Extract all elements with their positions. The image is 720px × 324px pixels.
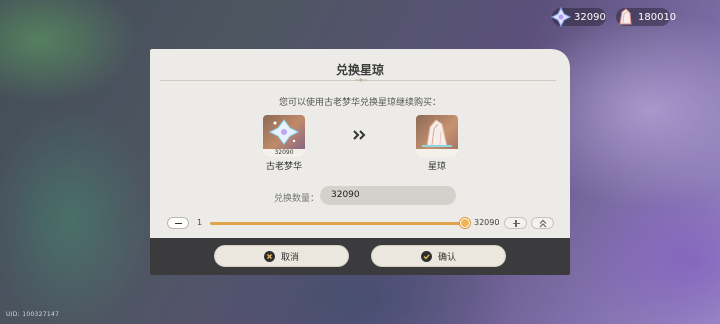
ancient-dream-icon <box>268 119 300 145</box>
stellar-jade-count <box>416 149 458 157</box>
quantity-slider-row: 1 32090 <box>150 215 570 231</box>
crystal-counter[interactable]: 180010 <box>616 8 676 26</box>
uid-label: UID: 100327147 <box>6 311 60 318</box>
confirm-label: 确认 <box>437 252 456 263</box>
max-button[interactable] <box>531 217 554 229</box>
exchange-dialog: 兑换星琼 您可以使用古老梦华兑换星琼继续购买： 32090 古老梦华 星琼 兑换… <box>150 49 570 275</box>
dialog-title: 兑换星琼 <box>335 63 384 77</box>
stellar-jade-crystal-icon <box>422 119 452 147</box>
quantity-input[interactable]: 32090 <box>320 186 456 205</box>
item-frame <box>416 115 458 157</box>
increase-button[interactable] <box>504 217 527 229</box>
check-icon <box>420 250 432 262</box>
stellar-jade-amount: 32090 <box>574 11 606 23</box>
crystal-amount: 180010 <box>638 11 677 23</box>
double-chevron-up-icon <box>539 219 547 228</box>
stellar-jade-item[interactable]: 星琼 <box>416 115 458 172</box>
double-chevron-right-icon <box>353 130 366 140</box>
ancient-dream-name: 古老梦华 <box>265 162 302 172</box>
stellar-jade-counter[interactable]: 32090 <box>550 6 606 28</box>
slider-track[interactable] <box>210 222 465 225</box>
slider-max-label: 32090 <box>474 218 500 227</box>
close-icon <box>263 250 275 262</box>
item-frame: 32090 <box>263 115 305 157</box>
confirm-button[interactable]: 确认 <box>371 245 506 267</box>
cancel-label: 取消 <box>280 252 299 263</box>
dialog-body: 兑换星琼 您可以使用古老梦华兑换星琼继续购买： 32090 古老梦华 星琼 兑换… <box>150 49 570 238</box>
stellar-jade-icon <box>550 6 572 28</box>
divider-ornament-icon <box>355 78 367 82</box>
stellar-jade-name: 星琼 <box>427 162 446 172</box>
dialog-footer <box>150 238 570 275</box>
quantity-label: 兑换数量： <box>274 194 320 204</box>
ancient-dream-item[interactable]: 32090 古老梦华 <box>263 115 305 172</box>
slider-min-label: 1 <box>197 218 203 227</box>
ancient-dream-count: 32090 <box>263 149 305 157</box>
crystal-icon <box>619 8 632 25</box>
decrease-button[interactable] <box>167 217 189 229</box>
exchange-hint: 您可以使用古老梦华兑换星琼继续购买： <box>278 98 441 108</box>
slider-thumb[interactable] <box>460 218 470 228</box>
cancel-button[interactable]: 取消 <box>214 245 349 267</box>
